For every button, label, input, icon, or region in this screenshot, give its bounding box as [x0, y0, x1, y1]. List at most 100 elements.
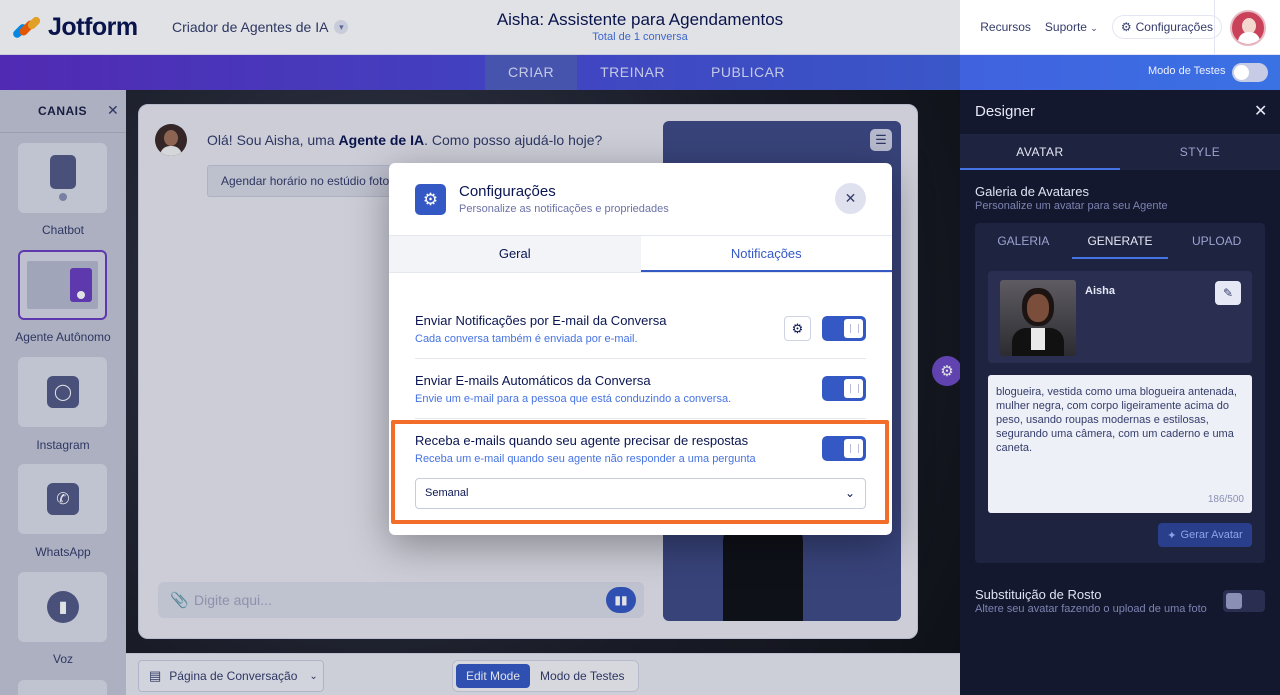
designer-title: Designer	[975, 103, 1036, 120]
greeting-bold: Agente de IA	[338, 132, 425, 148]
selected-avatar-card: Aisha ✎	[988, 271, 1252, 363]
top-bar: Jotform Criador de Agentes de IA ▾ Aisha…	[0, 0, 1280, 55]
suggestion-chip[interactable]: Agendar horário no estúdio fotogr	[207, 165, 407, 197]
setting-auto-email: Enviar E-mails Automáticos da Conversa E…	[415, 373, 866, 405]
modal-title: Configurações	[459, 183, 556, 200]
builder-nav: CRIAR TREINAR PUBLICAR Modo de Testes	[0, 55, 1280, 90]
divider	[0, 132, 126, 133]
chatbot-dot	[59, 193, 67, 201]
channel-label-agent: Agente Autônomo	[15, 330, 111, 344]
settings-modal: ⚙ Configurações Personalize as notificaç…	[389, 163, 892, 535]
channel-autonomous-agent[interactable]	[18, 250, 107, 320]
page-select-value: Página de Conversação	[169, 669, 298, 683]
gear-icon: ⚙	[415, 184, 446, 215]
greeting-pre: Olá! Sou Aisha, uma	[207, 132, 339, 148]
toggle-knob	[844, 439, 863, 458]
pencil-icon[interactable]: ✎	[1215, 281, 1241, 305]
chevron-down-icon: ⌄	[844, 486, 855, 500]
avatar-figure	[723, 521, 803, 621]
bottom-toolbar: ▤ Página de Conversação ⌄ Edit Mode Modo…	[126, 653, 960, 695]
chevron-down-icon: ⌄	[309, 670, 318, 682]
settings-label: Configurações	[1135, 20, 1213, 34]
channel-label-whatsapp: WhatsApp	[35, 545, 91, 559]
tab-gallery[interactable]: GALERIA	[975, 223, 1072, 259]
close-icon[interactable]: ✕	[107, 102, 119, 119]
channel-label-voice: Voz	[52, 652, 73, 666]
tab-generate[interactable]: GENERATE	[1071, 223, 1169, 259]
test-mode-button[interactable]: Modo de Testes	[530, 664, 635, 688]
menu-icon[interactable]: ☰	[870, 129, 892, 151]
gallery-subtitle: Personalize um avatar para seu Agente	[975, 200, 1168, 212]
settings-button[interactable]: ⚙ Configurações	[1111, 15, 1222, 39]
channel-more[interactable]	[18, 680, 107, 695]
tab-general[interactable]: Geral	[389, 236, 641, 272]
gear-icon: ⚙	[1120, 20, 1132, 34]
frequency-select[interactable]: Semanal ⌄	[415, 478, 866, 509]
channel-instagram[interactable]: ◯	[18, 357, 107, 427]
resources-link[interactable]: Recursos	[980, 20, 1031, 34]
composer-placeholder: Digite aqui...	[194, 592, 272, 608]
toggle-knob	[844, 319, 863, 338]
tab-train[interactable]: TREINAR	[577, 55, 688, 90]
close-icon[interactable]: ✕	[1254, 101, 1267, 121]
sparkle-icon: ✦	[1167, 529, 1177, 542]
toggle-knob	[1226, 593, 1242, 609]
channel-voice[interactable]: ▮	[18, 572, 107, 642]
voice-icon: ▮	[47, 591, 79, 623]
support-menu[interactable]: Suporte ⌄	[1045, 20, 1098, 34]
setting-desc: Receba um e-mail quando seu agente não r…	[415, 453, 756, 465]
tab-upload[interactable]: UPLOAD	[1168, 223, 1265, 259]
tab-style[interactable]: STYLE	[1120, 134, 1280, 170]
conversation-email-toggle[interactable]	[822, 316, 866, 341]
channel-chatbot[interactable]	[18, 143, 107, 213]
message-composer[interactable]: 📎 Digite aqui... ▮▮	[158, 582, 644, 618]
avatar-gallery: GALERIA GENERATE UPLOAD Aisha ✎ blogueir…	[975, 223, 1265, 563]
tab-publish[interactable]: PUBLICAR	[688, 55, 808, 90]
close-icon[interactable]: ✕	[835, 183, 866, 214]
face-swap-toggle[interactable]	[1223, 590, 1265, 612]
divider	[1214, 0, 1215, 55]
greeting-post: . Como posso ajudá-lo hoje?	[424, 132, 603, 148]
page-select[interactable]: ▤ Página de Conversação ⌄	[138, 660, 324, 692]
chat-page-icon: ▤	[149, 668, 162, 683]
gallery-title: Galeria de Avatares	[975, 184, 1089, 199]
unanswered-email-toggle[interactable]	[822, 436, 866, 461]
divider	[415, 358, 866, 359]
instagram-icon: ◯	[47, 376, 79, 408]
agent-icon	[27, 261, 98, 309]
gear-icon[interactable]: ⚙	[784, 316, 811, 341]
test-mode-label: Modo de Testes	[1148, 65, 1226, 77]
generate-label: Gerar Avatar	[1180, 529, 1243, 541]
mode-switch: Edit Mode Modo de Testes	[452, 660, 639, 692]
avatar-thumbnail	[1000, 280, 1076, 356]
face-swap-title: Substituição de Rosto	[975, 587, 1102, 602]
tab-avatar[interactable]: AVATAR	[960, 134, 1120, 170]
avatar-name: Aisha	[1085, 285, 1115, 297]
channels-sidebar: CANAIS ✕ Chatbot Agente Autônomo ◯ Insta…	[0, 90, 126, 695]
designer-panel: Designer ✕ AVATAR STYLE Galeria de Avata…	[960, 90, 1280, 695]
tab-create[interactable]: CRIAR	[485, 55, 578, 90]
tab-notifications[interactable]: Notificações	[640, 236, 892, 272]
test-mode-toggle[interactable]	[1232, 63, 1268, 82]
toggle-knob	[844, 379, 863, 398]
modal-subtitle: Personalize as notificações e propriedad…	[459, 203, 669, 215]
chatbot-icon	[50, 155, 76, 189]
attachment-icon[interactable]: 📎	[170, 591, 189, 609]
chevron-down-icon: ⌄	[1090, 23, 1098, 33]
toggle-knob	[1234, 65, 1249, 80]
user-avatar[interactable]	[1230, 10, 1266, 46]
frequency-value: Semanal	[425, 487, 469, 499]
channel-whatsapp[interactable]: ✆	[18, 464, 107, 534]
auto-email-toggle[interactable]	[822, 376, 866, 401]
channel-label-chatbot: Chatbot	[41, 223, 85, 237]
char-count: 186/500	[1207, 494, 1244, 505]
generate-avatar-button[interactable]: ✦ Gerar Avatar	[1158, 523, 1252, 547]
voice-input-button[interactable]: ▮▮	[606, 587, 636, 613]
avatar-prompt-textarea[interactable]: blogueira, vestida como uma blogueira an…	[988, 375, 1252, 513]
setting-desc: Envie um e-mail para a pessoa que está c…	[415, 393, 732, 405]
agent-avatar	[155, 124, 187, 156]
avatar-prompt-text: blogueira, vestida como uma blogueira an…	[996, 386, 1237, 454]
gear-icon[interactable]: ⚙	[932, 356, 960, 386]
setting-title: Receba e-mails quando seu agente precisa…	[415, 433, 749, 448]
edit-mode-button[interactable]: Edit Mode	[456, 664, 531, 688]
